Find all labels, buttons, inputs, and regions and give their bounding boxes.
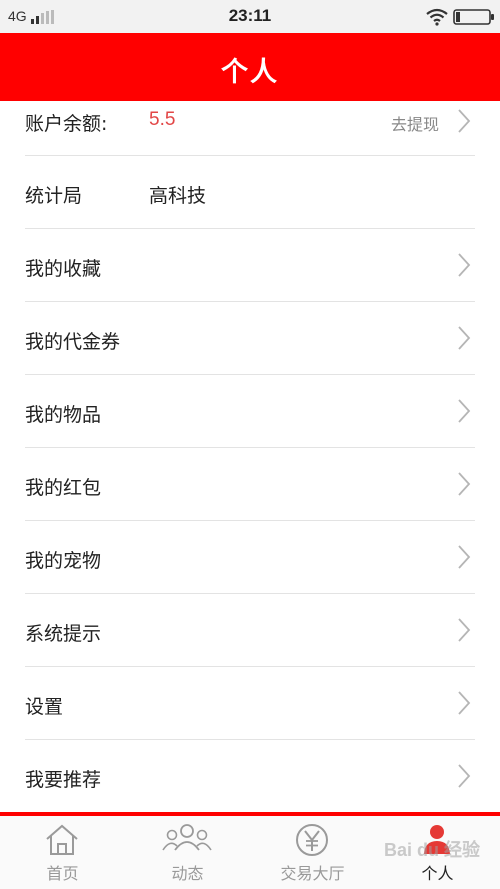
menu-item-recommend[interactable]: 我要推荐: [25, 740, 475, 812]
yen-icon: [296, 824, 328, 856]
chevron-right-icon: [458, 545, 471, 569]
menu-item-label: 我的代金券: [25, 331, 121, 353]
balance-row[interactable]: 账户余额: 5.5 去提现: [25, 101, 475, 156]
tab-label: 首页: [46, 864, 79, 883]
status-bar: 4G 23:11: [0, 0, 500, 33]
menu-item-label: 我的红包: [25, 477, 102, 499]
withdraw-link[interactable]: 去提现: [391, 111, 439, 135]
tab-home[interactable]: 首页: [0, 816, 125, 889]
menu-item-label: 我的收藏: [25, 258, 102, 280]
tab-label: 交易大厅: [280, 864, 345, 883]
wifi-icon: [426, 8, 448, 26]
menu-item-settings[interactable]: 设置: [25, 667, 475, 740]
tab-trading-hall[interactable]: 交易大厅: [250, 816, 375, 889]
watermark: Bai du 经验: [384, 840, 481, 860]
info-row: 统计局 高科技: [25, 156, 475, 229]
people-icon: [162, 824, 212, 851]
chevron-right-icon: [458, 691, 471, 715]
menu-item-favorites[interactable]: 我的收藏: [25, 229, 475, 302]
balance-label: 账户余额:: [25, 113, 108, 135]
info-label: 统计局: [25, 185, 83, 207]
chevron-right-icon: [458, 618, 471, 642]
chevron-right-icon: [458, 326, 471, 350]
menu-item-label: 我的宠物: [25, 550, 102, 572]
menu-item-items[interactable]: 我的物品: [25, 375, 475, 448]
menu-item-label: 系统提示: [25, 623, 102, 645]
chevron-right-icon: [458, 253, 471, 277]
menu-item-label: 我的物品: [25, 404, 102, 426]
tab-moments[interactable]: 动态: [125, 816, 250, 889]
menu-item-label: 我要推荐: [25, 769, 102, 791]
header-bar: 个人: [0, 33, 500, 101]
info-value: 高科技: [149, 185, 207, 207]
menu-item-system-notice[interactable]: 系统提示: [25, 594, 475, 667]
menu-item-label: 设置: [25, 696, 64, 718]
balance-value: 5.5: [149, 109, 176, 130]
profile-list: 账户余额: 5.5 去提现 统计局 高科技 我的收藏 我的代金券 我的物品 我的…: [0, 101, 500, 812]
page-title: 个人: [221, 57, 279, 88]
tab-label: 动态: [171, 864, 204, 883]
menu-item-red-packets[interactable]: 我的红包: [25, 448, 475, 521]
home-icon: [46, 824, 78, 855]
chevron-right-icon: [458, 472, 471, 496]
battery-icon: [453, 9, 494, 25]
chevron-right-icon: [458, 399, 471, 423]
chevron-right-icon: [458, 764, 471, 788]
menu-item-vouchers[interactable]: 我的代金券: [25, 302, 475, 375]
chevron-right-icon: [458, 109, 471, 133]
tab-label: 个人: [421, 864, 454, 883]
menu-item-pets[interactable]: 我的宠物: [25, 521, 475, 594]
